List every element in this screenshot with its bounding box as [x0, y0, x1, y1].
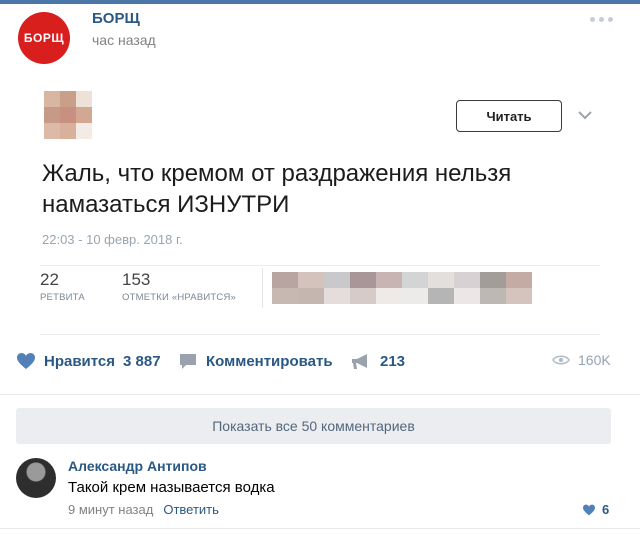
post-header: БОРЩ БОРЩ час назад: [0, 4, 640, 64]
megaphone-icon: [352, 354, 367, 369]
divider: [262, 268, 263, 308]
follow-button[interactable]: Читать: [456, 100, 562, 132]
divider: [40, 334, 600, 335]
comment-button[interactable]: Комментировать: [178, 352, 333, 370]
group-name-link[interactable]: БОРЩ: [92, 10, 140, 27]
likes-count: 153: [122, 270, 151, 289]
post-actions: Нравится 3 887 Комментировать 213 160K: [0, 344, 640, 382]
comment-label: Комментировать: [206, 352, 333, 370]
views-count: 160K: [578, 352, 611, 368]
tweet-date[interactable]: 22:03 - 10 февр. 2018 г.: [42, 232, 183, 247]
comment-time[interactable]: 9 минут назад: [68, 502, 153, 517]
comment-author-avatar[interactable]: [16, 458, 56, 498]
comment-item: Александр Антипов Такой крем называется …: [0, 452, 640, 536]
chevron-down-icon[interactable]: [576, 106, 594, 124]
comment-text: Такой крем называется водка: [68, 479, 275, 496]
post-time[interactable]: час назад: [92, 32, 156, 48]
divider: [40, 265, 600, 266]
comment-like-count: 6: [602, 502, 610, 517]
retweet-stat[interactable]: 22 РЕТВИТА: [40, 270, 85, 303]
eye-icon: [552, 355, 570, 365]
retweet-count: 22: [40, 270, 59, 289]
comment-like-button[interactable]: 6: [582, 502, 609, 517]
like-button[interactable]: Нравится 3 887: [16, 352, 161, 370]
divider: [0, 394, 640, 395]
embedded-tweet: Читать Жаль, что кремом от раздражения н…: [0, 64, 640, 344]
group-logo-text: БОРЩ: [23, 31, 65, 45]
heart-icon: [17, 353, 35, 369]
reply-button[interactable]: Ответить: [163, 502, 219, 517]
retweet-label: РЕТВИТА: [40, 292, 85, 303]
comment-meta: 9 минут назад Ответить: [68, 502, 219, 517]
views-counter: 160K: [552, 352, 611, 368]
heart-icon: [583, 504, 595, 515]
repost-count: 213: [380, 352, 406, 370]
like-count: 3 887: [123, 352, 161, 370]
more-dots-icon[interactable]: [588, 14, 614, 24]
repost-button[interactable]: 213: [350, 352, 405, 370]
liker-avatars[interactable]: [272, 272, 532, 304]
likes-stat[interactable]: 153 ОТМЕТКИ «НРАВИТСЯ»: [122, 270, 236, 303]
tweet-author-avatar[interactable]: [42, 91, 94, 143]
divider: [0, 528, 640, 529]
comment-icon: [180, 354, 196, 369]
likes-label: ОТМЕТКИ «НРАВИТСЯ»: [122, 292, 237, 303]
like-label: Нравится: [44, 352, 116, 370]
group-avatar[interactable]: БОРЩ: [18, 12, 70, 64]
show-all-comments-button[interactable]: Показать все 50 комментариев: [16, 408, 611, 444]
tweet-text: Жаль, что кремом от раздражения нельзя н…: [42, 160, 512, 218]
comment-author-name[interactable]: Александр Антипов: [68, 458, 207, 474]
